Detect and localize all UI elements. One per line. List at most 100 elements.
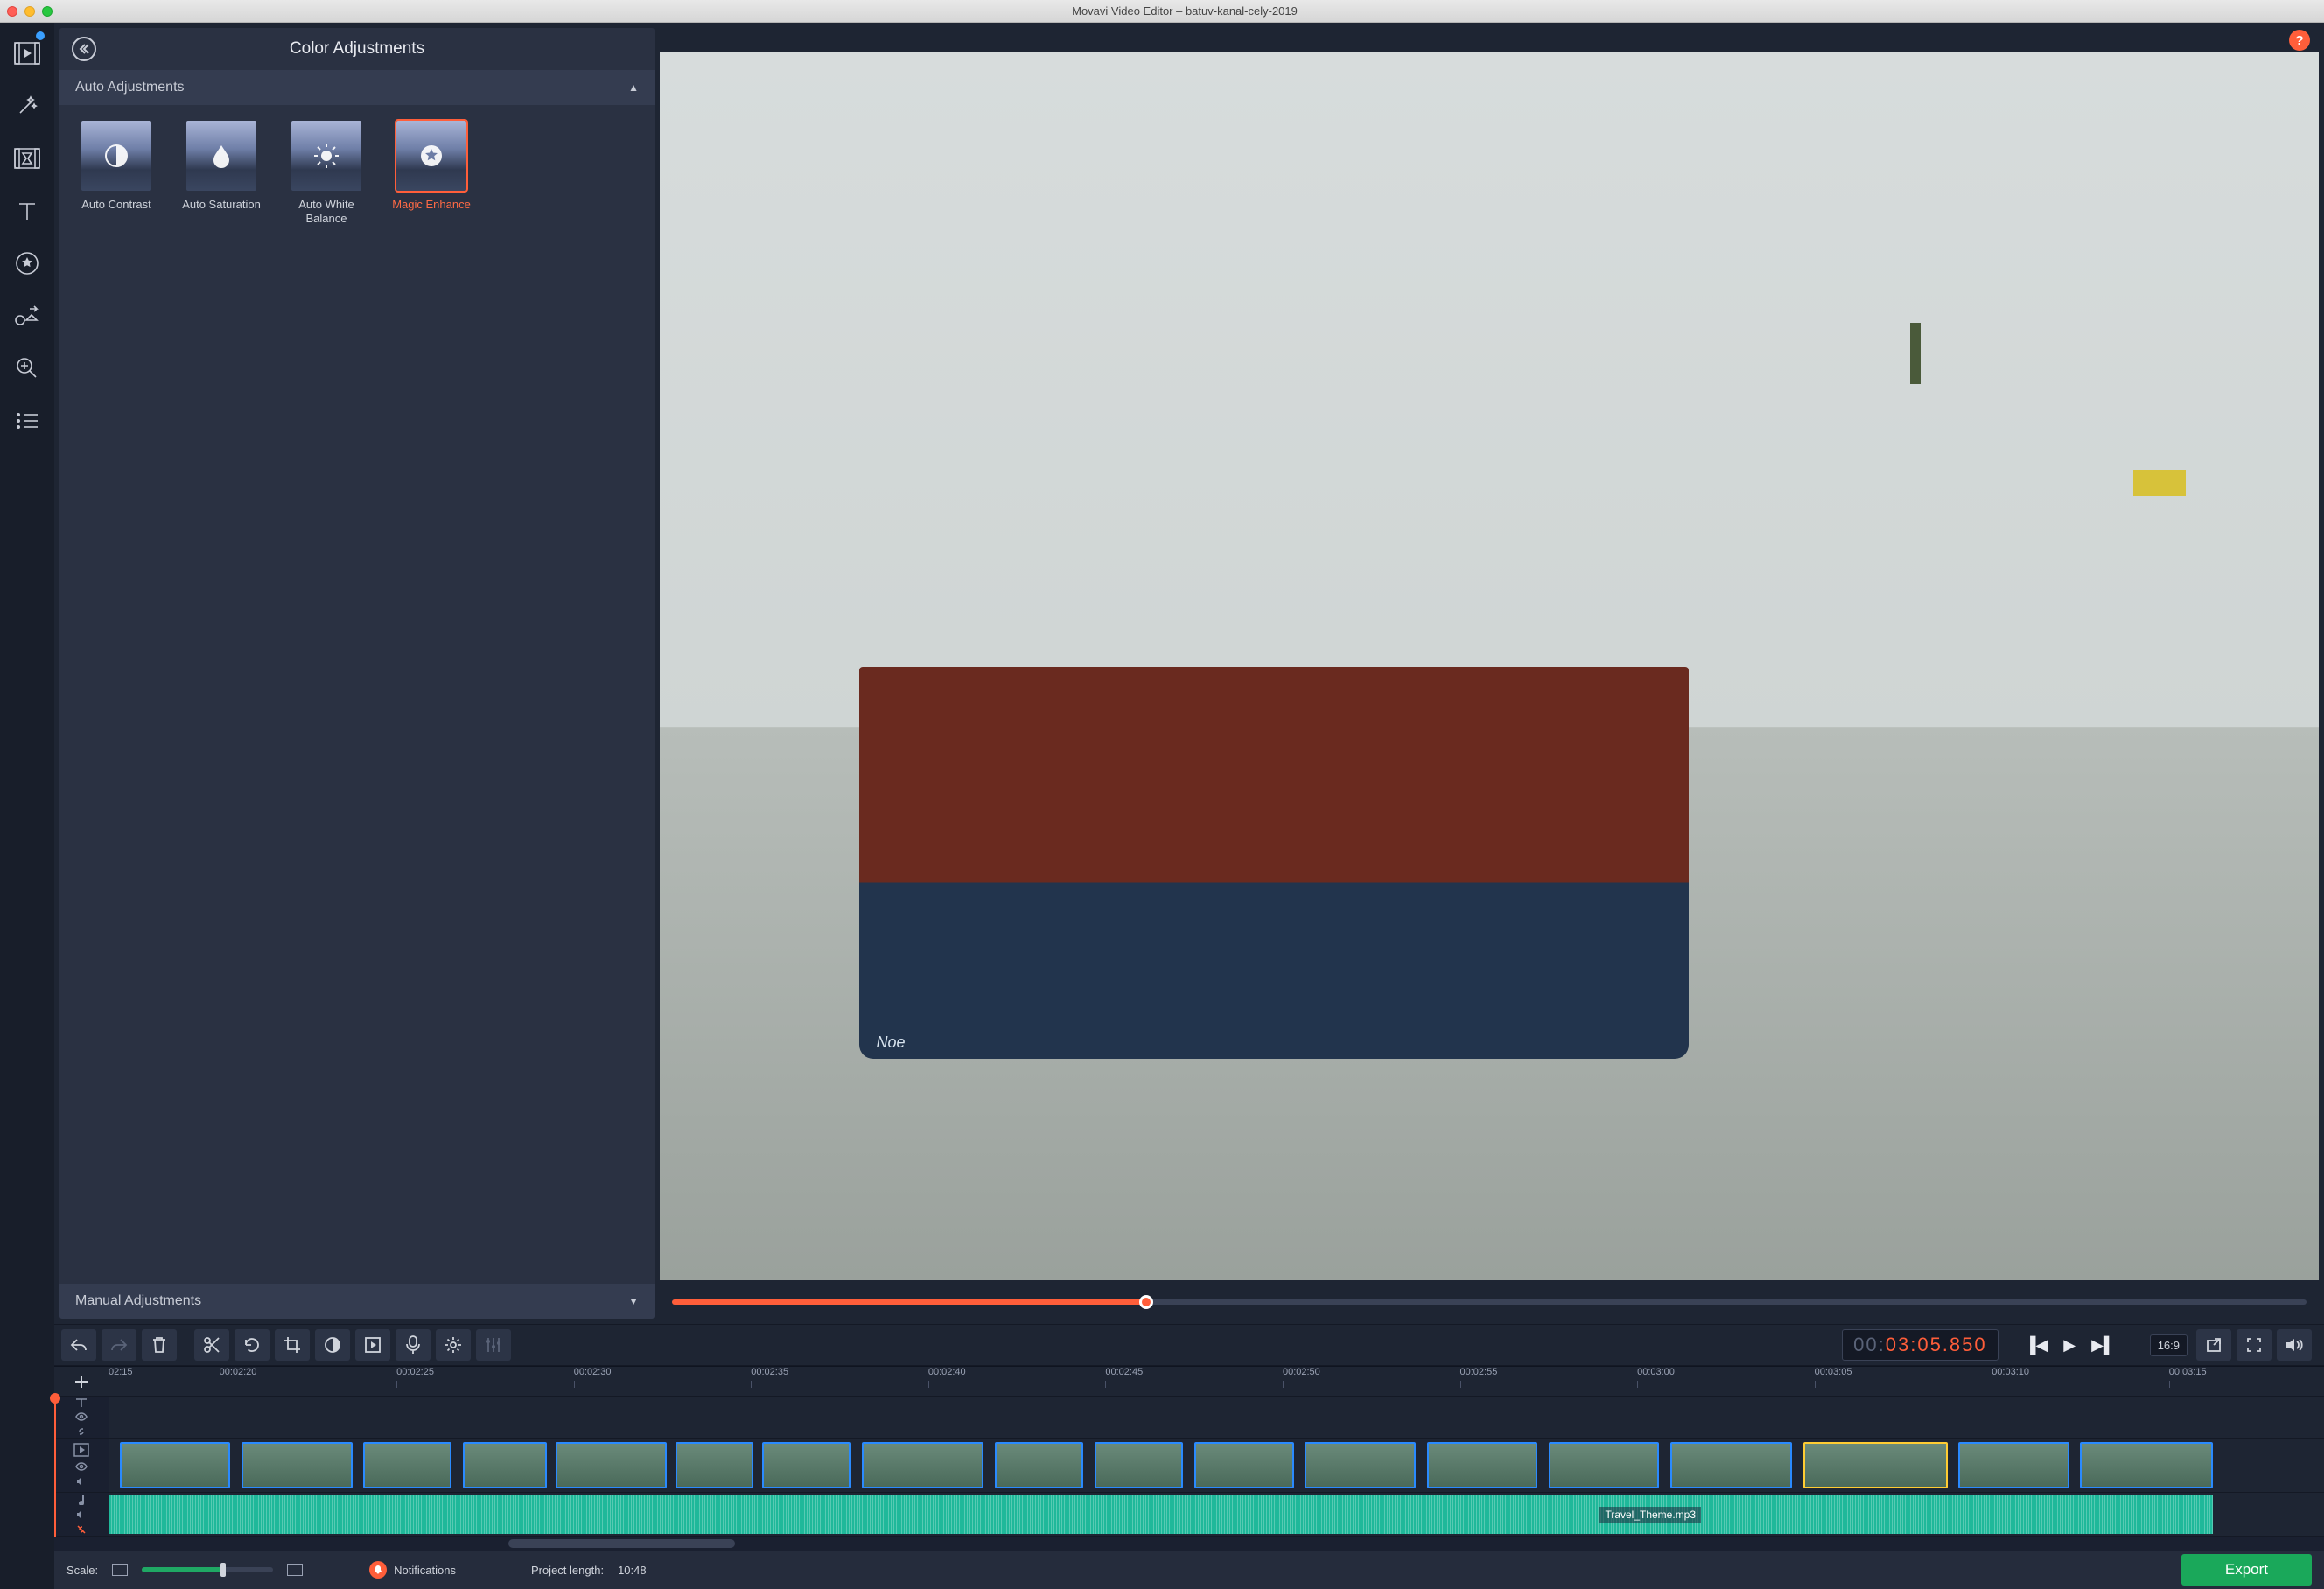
video-clip[interactable] [1305,1442,1416,1488]
audio-track[interactable]: Travel_Theme.mp3 [54,1493,2324,1536]
video-clip[interactable] [120,1442,231,1488]
filters-tab[interactable] [6,80,48,131]
trash-icon [151,1336,167,1354]
ruler-tick: 00:02:20 [220,1367,257,1377]
zoom-tab[interactable] [6,343,48,394]
sun-icon [313,143,340,169]
auto-adjustments-section[interactable]: Auto Adjustments ▲ [60,70,654,105]
callouts-tab[interactable] [6,290,48,341]
playhead[interactable] [54,1396,56,1536]
color-adjustments-panel: Color Adjustments Auto Adjustments ▲ Aut… [60,28,654,1319]
popout-icon [2206,1337,2222,1353]
timeline-scrollbar[interactable] [54,1536,2324,1550]
prev-frame-button[interactable]: ▐◀ [2025,1336,2048,1354]
next-frame-button[interactable]: ▶▌ [2091,1336,2115,1354]
scale-slider[interactable] [142,1567,273,1572]
video-track-header [54,1438,108,1492]
video-clip[interactable] [762,1442,850,1488]
audio-clip[interactable] [108,1494,1592,1534]
zoom-in-icon[interactable] [287,1564,303,1576]
unlink-icon[interactable] [75,1523,88,1536]
more-tools-tab[interactable] [6,396,48,446]
popout-preview-button[interactable] [2196,1329,2231,1361]
video-clip[interactable] [1958,1442,2069,1488]
chevron-up-icon: ▲ [628,81,639,94]
video-clip[interactable] [1194,1442,1294,1488]
ruler-tick: 00:03:15 [2169,1367,2207,1377]
fullscreen-button[interactable] [2236,1329,2272,1361]
video-clip[interactable] [556,1442,667,1488]
volume-button[interactable] [2277,1329,2312,1361]
video-clip[interactable] [995,1442,1083,1488]
stickers-tab[interactable] [6,238,48,289]
clip-settings-button[interactable] [436,1329,471,1361]
speaker-icon[interactable] [75,1508,88,1521]
redo-icon [109,1337,129,1353]
video-preview[interactable] [660,52,2319,1280]
clip-properties-button[interactable] [355,1329,390,1361]
zoom-out-icon[interactable] [112,1564,128,1576]
zoom-window-button[interactable] [42,6,52,17]
link-icon[interactable] [75,1425,88,1438]
close-window-button[interactable] [7,6,18,17]
transitions-tab[interactable] [6,133,48,184]
minimize-window-button[interactable] [24,6,35,17]
color-button[interactable] [315,1329,350,1361]
help-button[interactable]: ? [2289,30,2310,51]
undo-button[interactable] [61,1329,96,1361]
video-clip-selected[interactable] [1803,1442,1948,1488]
auto-white-balance-button[interactable]: Auto White Balance [285,121,368,227]
video-clip[interactable] [862,1442,984,1488]
auto-saturation-button[interactable]: Auto Saturation [180,121,262,212]
add-track-button[interactable] [54,1367,108,1396]
video-clip[interactable] [242,1442,353,1488]
text-track[interactable] [54,1396,2324,1438]
crop-button[interactable] [275,1329,310,1361]
shapes-arrow-icon [14,305,40,326]
video-clip[interactable] [363,1442,452,1488]
notifications-button[interactable]: Notifications [369,1561,456,1578]
video-clip[interactable] [2080,1442,2213,1488]
titles-tab[interactable] [6,186,48,236]
redo-button[interactable] [102,1329,136,1361]
video-clip[interactable] [676,1442,753,1488]
audio-clip[interactable]: Travel_Theme.mp3 [1592,1494,2213,1534]
eye-icon[interactable] [75,1460,88,1473]
split-button[interactable] [194,1329,229,1361]
panel-back-button[interactable] [72,37,96,61]
contrast-icon [104,144,129,168]
video-clip[interactable] [463,1442,547,1488]
play-button[interactable]: ▶ [2063,1336,2076,1354]
auto-contrast-button[interactable]: Auto Contrast [75,121,158,212]
video-clip[interactable] [1670,1442,1792,1488]
scrollbar-thumb[interactable] [508,1539,735,1548]
video-clip[interactable] [1095,1442,1183,1488]
delete-button[interactable] [142,1329,177,1361]
video-track[interactable] [54,1438,2324,1493]
gear-icon [444,1336,462,1354]
video-track-body[interactable] [108,1438,2324,1492]
export-label: Export [2225,1561,2268,1578]
equalizer-button[interactable] [476,1329,511,1361]
eye-icon[interactable] [75,1410,88,1423]
magic-enhance-button[interactable]: Magic Enhance [390,121,472,212]
media-tab[interactable] [6,28,48,79]
seek-knob[interactable] [1139,1295,1153,1309]
audio-track-body[interactable]: Travel_Theme.mp3 [108,1493,2324,1536]
timecode-display[interactable]: 00: 03:05.850 [1842,1329,1998,1361]
preview-seekbar[interactable] [672,1299,2306,1305]
video-clip[interactable] [1427,1442,1538,1488]
aspect-ratio-selector[interactable]: 16:9 [2150,1334,2188,1356]
rotate-icon [243,1336,261,1354]
video-clip[interactable] [1549,1442,1660,1488]
ruler-tick: 00:02:45 [1105,1367,1143,1377]
manual-adjustments-section[interactable]: Manual Adjustments ▼ [60,1284,654,1319]
section-label: Manual Adjustments [75,1293,201,1309]
time-ruler[interactable]: 02:15 00:02:20 00:02:25 00:02:30 00:02:3… [108,1367,2324,1396]
thumb-label: Auto Contrast [81,198,151,212]
export-button[interactable]: Export [2181,1554,2312,1586]
text-t-icon [74,1396,88,1407]
speaker-icon[interactable] [75,1475,88,1488]
record-audio-button[interactable] [396,1329,430,1361]
rotate-button[interactable] [234,1329,270,1361]
